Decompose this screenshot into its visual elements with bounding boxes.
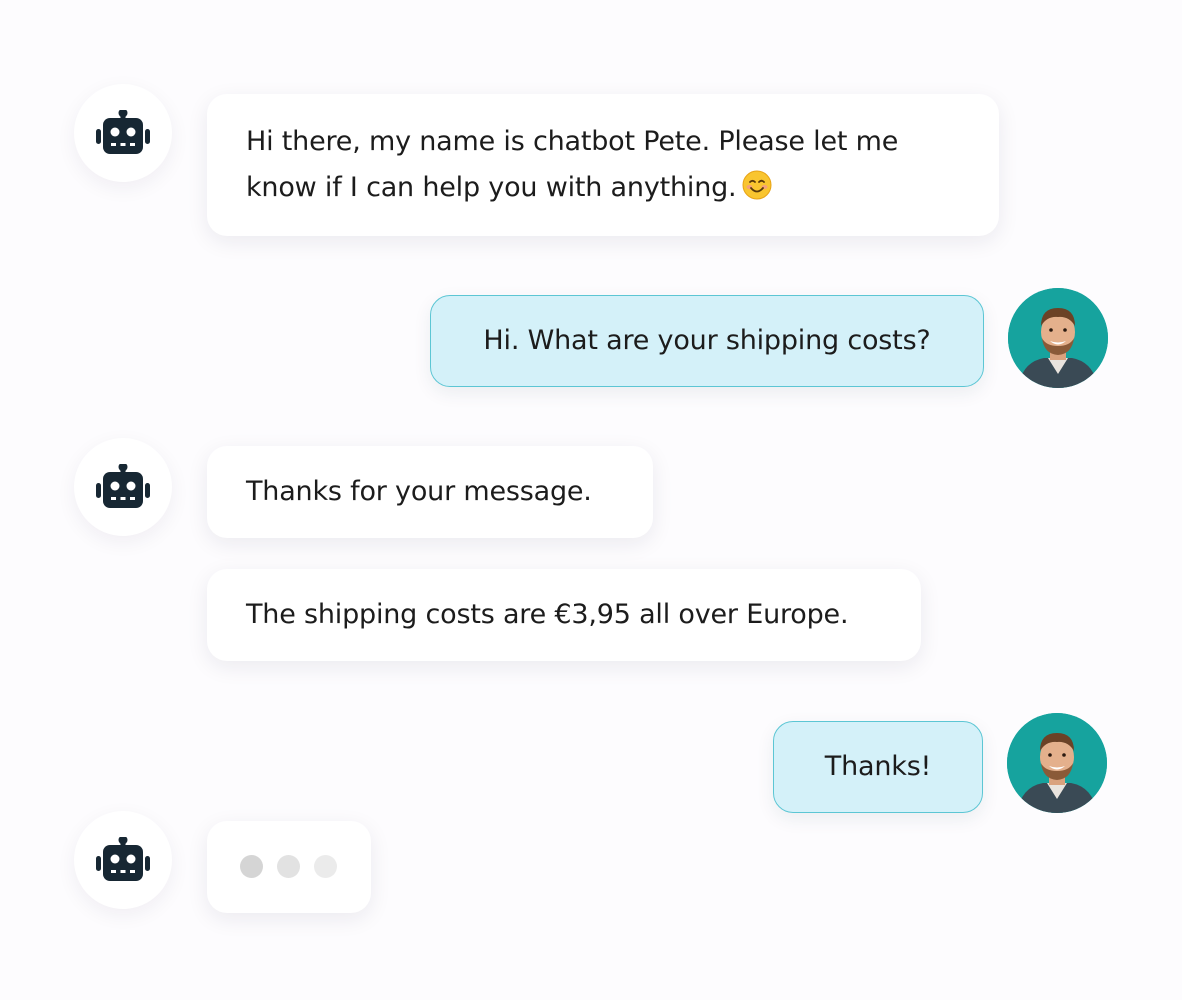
- robot-icon: [96, 837, 150, 881]
- bot-avatar: [74, 84, 172, 182]
- bot-message-greeting: Hi there, my name is chatbot Pete. Pleas…: [207, 94, 999, 236]
- bot-avatar: [74, 811, 172, 909]
- bot-message: The shipping costs are €3,95 all over Eu…: [207, 569, 921, 661]
- message-text: The shipping costs are €3,95 all over Eu…: [246, 599, 849, 630]
- user-avatar: [1007, 713, 1107, 813]
- smiling-face-emoji: [742, 169, 772, 215]
- typing-indicator: [207, 821, 371, 913]
- user-avatar-photo: [1007, 713, 1107, 813]
- robot-icon: [96, 464, 150, 508]
- typing-dot: [314, 855, 337, 878]
- bot-avatar: [74, 438, 172, 536]
- user-message: Thanks!: [773, 721, 983, 813]
- typing-dot: [277, 855, 300, 878]
- user-message: Hi. What are your shipping costs?: [430, 295, 984, 387]
- robot-icon: [96, 110, 150, 154]
- message-text-line: Hi there, my name is chatbot Pete. Pleas…: [246, 126, 899, 157]
- user-avatar-photo: [1008, 288, 1108, 388]
- message-text-line: know if I can help you with anything.: [246, 165, 999, 215]
- user-avatar: [1008, 288, 1108, 388]
- message-text: Thanks for your message.: [246, 476, 592, 507]
- message-text: Thanks!: [824, 751, 932, 782]
- bot-message: Thanks for your message.: [207, 446, 653, 538]
- typing-dot: [240, 855, 263, 878]
- message-text: Hi. What are your shipping costs?: [483, 325, 931, 356]
- message-text: know if I can help you with anything.: [246, 172, 737, 203]
